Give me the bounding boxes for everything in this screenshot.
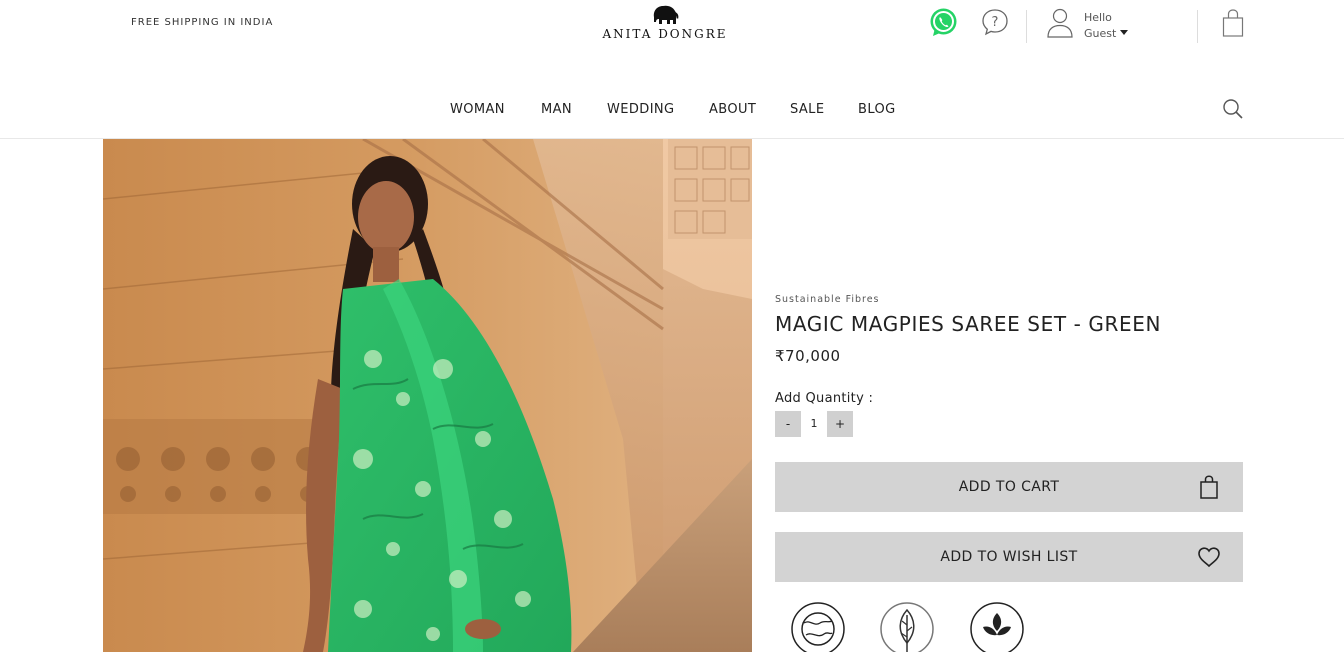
add-to-wishlist-button[interactable]: ADD TO WISH LIST xyxy=(775,532,1243,582)
quantity-increase-button[interactable]: + xyxy=(827,411,853,437)
search-icon[interactable] xyxy=(1222,98,1244,120)
main-navigation: WOMAN MAN WEDDING ABOUT SALE BLOG xyxy=(0,92,1344,138)
product-title: MAGIC MAGPIES SAREE SET - GREEN xyxy=(775,312,1162,336)
chevron-down-icon xyxy=(1120,30,1129,35)
globe-leaf-badge-icon xyxy=(790,601,846,652)
quantity-input[interactable]: 1 xyxy=(801,411,827,437)
nav-item-blog[interactable]: BLOG xyxy=(858,102,896,117)
plant-badge-icon xyxy=(969,601,1025,652)
top-bar: FREE SHIPPING IN INDIA ANITA DONGRE ? He… xyxy=(0,0,1344,60)
brand-name: ANITA DONGRE xyxy=(602,27,728,41)
free-shipping-text: FREE SHIPPING IN INDIA xyxy=(131,17,274,28)
add-to-cart-button[interactable]: ADD TO CART xyxy=(775,462,1243,512)
nav-item-sale[interactable]: SALE xyxy=(790,102,824,117)
product-price: ₹70,000 xyxy=(775,347,841,365)
shopping-bag-icon[interactable] xyxy=(1222,9,1244,37)
nav-item-about[interactable]: ABOUT xyxy=(709,102,756,117)
brand-logo[interactable]: ANITA DONGRE xyxy=(600,3,730,41)
add-to-cart-label: ADD TO CART xyxy=(958,479,1060,495)
nav-item-man[interactable]: MAN xyxy=(541,102,572,117)
elephant-logo-icon xyxy=(653,5,679,24)
greeting-text: Hello xyxy=(1084,11,1112,24)
whatsapp-icon[interactable] xyxy=(928,7,959,38)
shopping-bag-icon xyxy=(1197,475,1221,499)
nav-item-woman[interactable]: WOMAN xyxy=(450,102,505,117)
user-icon[interactable] xyxy=(1047,7,1073,39)
user-name: Guest xyxy=(1084,27,1117,40)
svg-text:?: ? xyxy=(992,15,999,30)
leaf-badge-icon xyxy=(879,601,935,652)
nav-item-wedding[interactable]: WEDDING xyxy=(607,102,675,117)
quantity-decrease-button[interactable]: - xyxy=(775,411,801,437)
product-category[interactable]: Sustainable Fibres xyxy=(775,294,880,305)
quantity-label: Add Quantity : xyxy=(775,391,874,406)
header-divider xyxy=(1197,10,1198,43)
heart-icon xyxy=(1197,545,1221,569)
help-icon[interactable]: ? xyxy=(981,8,1009,36)
header-divider xyxy=(1026,10,1027,43)
product-image[interactable] xyxy=(103,139,752,652)
account-menu[interactable]: Hello Guest xyxy=(1084,10,1129,42)
add-to-wishlist-label: ADD TO WISH LIST xyxy=(940,549,1078,565)
